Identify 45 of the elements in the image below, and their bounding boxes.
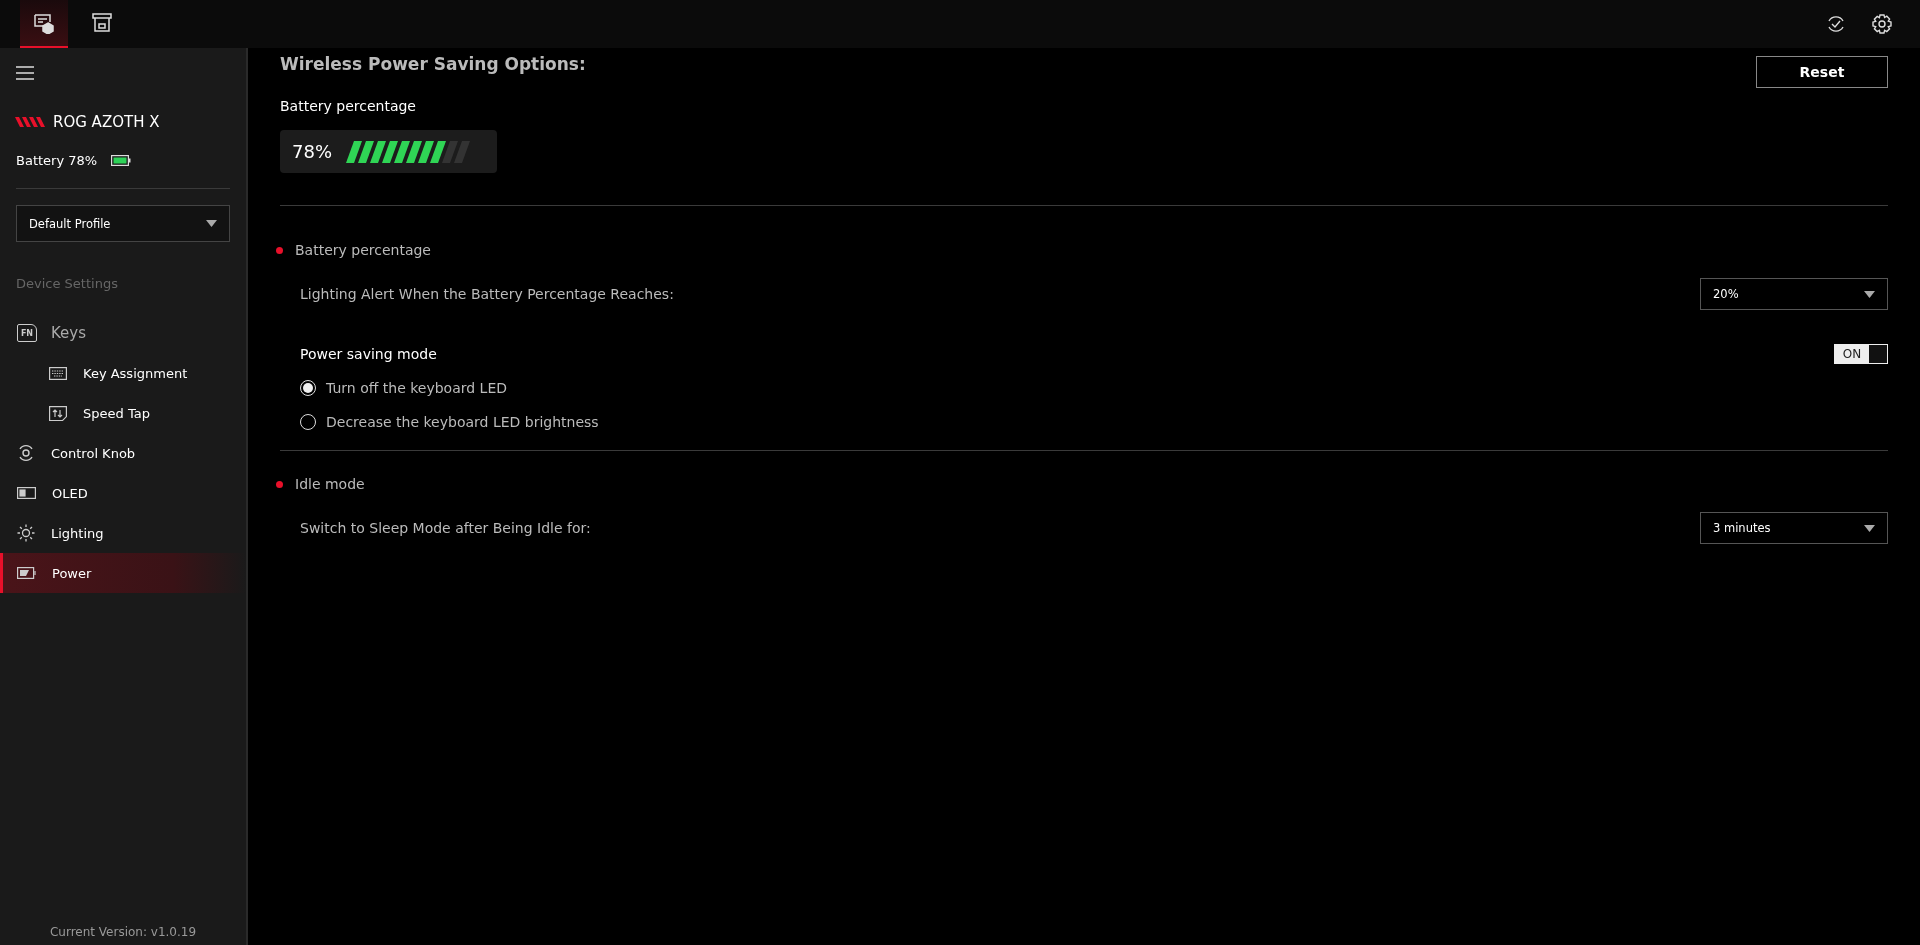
option-label: Decrease the keyboard LED brightness <box>326 414 599 430</box>
battery-status: Battery 78% <box>16 153 98 168</box>
version-text: Current Version: v1.0.19 <box>48 925 198 939</box>
value-dropdown[interactable]: 20% <box>1700 278 1888 310</box>
page-title: Wireless Power Saving Options: <box>280 54 586 74</box>
dock-icon <box>91 12 113 34</box>
reset-button[interactable]: Reset <box>1756 56 1888 88</box>
bullet-icon <box>276 480 283 488</box>
subsection-title: Power saving mode <box>300 346 437 362</box>
setting-label: Switch to Sleep Mode after Being Idle for: <box>300 520 591 536</box>
sun-icon <box>17 524 35 542</box>
battery-label: Battery percentage <box>280 98 417 114</box>
bullet-icon <box>276 246 283 254</box>
value-dropdown[interactable]: 3 minutes <box>1700 512 1888 544</box>
stripes-logo-icon <box>15 117 47 127</box>
section-title: Battery percentage <box>295 242 431 258</box>
section-label: Device Settings <box>16 276 119 291</box>
option-label: Turn off the keyboard LED <box>326 380 508 396</box>
device-name: ROG AZOTH X <box>53 113 160 131</box>
sidebar-item[interactable]: Speed Tap <box>0 393 246 433</box>
toggle-switch[interactable]: ON <box>1834 344 1888 364</box>
battery-icon <box>17 567 36 579</box>
section-title: Idle mode <box>295 476 365 492</box>
sidebar-item[interactable]: FN Keys <box>0 313 246 353</box>
sidebar-item[interactable]: OLED <box>0 473 246 513</box>
menu-icon[interactable] <box>16 66 34 80</box>
knob-icon <box>17 444 35 462</box>
sidebar-item[interactable]: Key Assignment <box>0 353 246 393</box>
arrows-key-icon <box>49 405 67 421</box>
device-icon <box>33 12 55 34</box>
caret-icon <box>1864 524 1875 532</box>
caret-icon <box>1864 290 1875 298</box>
battery-reading: 78% <box>292 141 332 162</box>
fn-key-icon: FN <box>17 324 37 342</box>
sidebar-item[interactable]: Control Knob <box>0 433 246 473</box>
setting-label: Lighting Alert When the Battery Percentage Reaches: <box>300 286 674 302</box>
radio-option[interactable]: Turn off the keyboard LED <box>280 380 1888 396</box>
top-tab[interactable] <box>20 0 68 48</box>
profile-dropdown[interactable]: Default Profile <box>16 205 230 242</box>
keyboard-icon <box>49 366 67 380</box>
radio-option[interactable]: Decrease the keyboard LED brightness <box>280 414 1888 430</box>
sidebar-item[interactable]: Lighting <box>0 513 246 553</box>
battery-icon <box>111 155 132 166</box>
caret-icon <box>206 220 217 227</box>
screen-icon <box>17 487 36 499</box>
